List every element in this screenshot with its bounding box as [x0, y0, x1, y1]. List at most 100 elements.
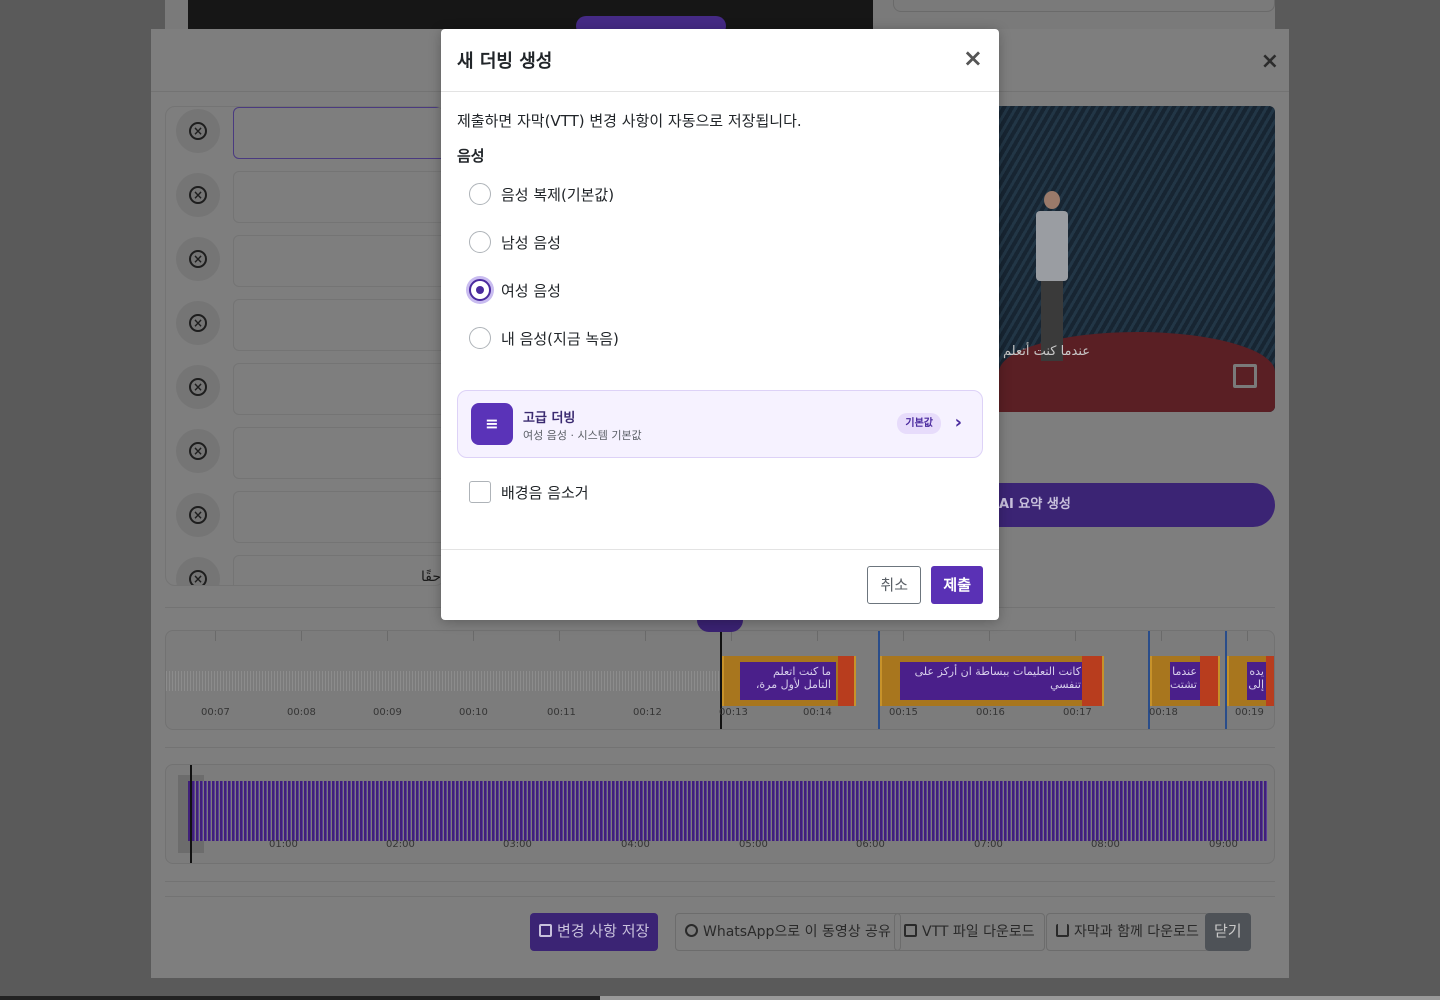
voice-radio[interactable] — [469, 327, 491, 349]
save-icon — [539, 924, 552, 937]
remove-segment-button[interactable]: × — [176, 237, 220, 281]
fullscreen-icon[interactable] — [1233, 364, 1257, 388]
overview-label: 06:00 — [856, 839, 885, 850]
save-changes-label: 변경 사항 저장 — [557, 922, 650, 940]
cancel-button[interactable]: 취소 — [867, 566, 921, 604]
timeline-label: 00:17 — [1063, 707, 1092, 718]
segment-text-input[interactable] — [233, 555, 444, 585]
segment-text-input[interactable] — [233, 363, 444, 415]
timeline-tick — [1075, 631, 1076, 641]
overview-label: 08:00 — [1091, 839, 1120, 850]
voice-radio-selected[interactable] — [469, 279, 491, 301]
video-preview[interactable]: عندما كنت أتعلم — [999, 106, 1275, 412]
remove-icon: × — [189, 378, 207, 396]
page-bottom-bar — [600, 996, 1440, 1000]
timeline-label: 00:16 — [976, 707, 1005, 718]
subtitle-region-text: كانت التعليمات ببساطة ان أركز على تنفسي — [900, 662, 1086, 700]
timeline-label: 00:19 — [1235, 707, 1264, 718]
background-panel — [893, 0, 1275, 12]
section-divider — [165, 896, 1275, 897]
remove-segment-button[interactable]: × — [176, 173, 220, 217]
region-end-handle[interactable] — [1266, 656, 1274, 706]
remove-icon: × — [189, 314, 207, 332]
timeline-label: 00:13 — [719, 707, 748, 718]
voice-option-clone[interactable]: 음성 복제(기본값) — [469, 182, 614, 206]
mute-bgm-option[interactable]: 배경음 음소거 — [469, 480, 589, 504]
remove-icon: × — [189, 506, 207, 524]
segment-text-input[interactable] — [233, 235, 444, 287]
timeline-label: 00:12 — [633, 707, 662, 718]
subtitle-region[interactable]: ما كنت اتعلم التامل لأول مرة، — [722, 656, 856, 706]
vtt-download-button[interactable]: VTT 파일 다운로드 — [894, 913, 1045, 951]
voice-option-label: 남성 음성 — [501, 233, 561, 252]
remove-segment-button[interactable]: × — [176, 493, 220, 537]
overview-wave — [188, 781, 1268, 841]
editor-footer: 변경 사항 저장 WhatsApp으로 이 동영상 공유 VTT 파일 다운로드… — [165, 913, 1275, 973]
timeline-tick — [817, 631, 818, 641]
subtitle-timeline[interactable]: ما كنت اتعلم التامل لأول مرة، كانت التعل… — [165, 630, 1275, 730]
remove-icon: × — [189, 570, 207, 585]
segment-text-input[interactable] — [233, 299, 444, 351]
submit-button[interactable]: 제출 — [931, 566, 983, 604]
remove-segment-button[interactable]: × — [176, 557, 220, 585]
region-end-handle[interactable] — [1200, 656, 1218, 706]
timeline-tick — [387, 631, 388, 641]
download-icon — [1056, 924, 1069, 937]
overview-playhead[interactable] — [190, 765, 192, 863]
close-button[interactable]: 닫기 — [1205, 913, 1251, 951]
voice-option-label: 여성 음성 — [501, 281, 561, 300]
menu-icon: ≡ — [471, 403, 513, 445]
segment-text-input[interactable] — [233, 107, 444, 159]
timeline-label: 00:11 — [547, 707, 576, 718]
region-end-handle[interactable] — [838, 656, 854, 706]
segment-list[interactable]: × × × × × × × × — [165, 106, 445, 586]
subtitle-region[interactable]: يده إلى — [1227, 656, 1274, 706]
advanced-dubbing-title: 고급 더빙 — [523, 411, 576, 426]
overview-label: 04:00 — [621, 839, 650, 850]
overview-label: 03:00 — [503, 839, 532, 850]
timeline-tick — [903, 631, 904, 641]
segment-text-input[interactable] — [233, 491, 444, 543]
voice-option-record[interactable]: 내 음성(지금 녹음) — [469, 326, 619, 350]
editor-close-button[interactable]: × — [1261, 49, 1279, 74]
ai-summary-button[interactable]: AI 요약 생성 — [989, 483, 1275, 527]
timeline-tick — [1247, 631, 1248, 641]
overview-waveform[interactable]: 01:00 02:00 03:00 04:00 05:00 06:00 07:0… — [165, 764, 1275, 864]
dialog-title: 새 더빙 생성 — [457, 51, 553, 72]
advanced-dubbing-card[interactable]: ≡ 고급 더빙 여성 음성 · 시스템 기본값 기본값 › — [457, 390, 983, 458]
remove-segment-button[interactable]: × — [176, 109, 220, 153]
overview-label: 01:00 — [269, 839, 298, 850]
remove-icon: × — [189, 442, 207, 460]
subtitle-region-text: عندما تشتت — [1170, 662, 1202, 700]
subtitle-region[interactable]: كانت التعليمات ببساطة ان أركز على تنفسي — [880, 656, 1104, 706]
segment-text-input[interactable] — [233, 171, 444, 223]
voice-radio[interactable] — [469, 183, 491, 205]
remove-segment-button[interactable]: × — [176, 301, 220, 345]
save-changes-button[interactable]: 변경 사항 저장 — [530, 913, 659, 951]
whatsapp-share-label: WhatsApp으로 이 동영상 공유 — [703, 924, 891, 940]
remove-icon: × — [189, 250, 207, 268]
subtitle-region[interactable]: عندما تشتت — [1150, 656, 1220, 706]
dialog-close-button[interactable]: × — [963, 44, 983, 72]
file-icon — [904, 924, 917, 937]
timeline-waveform — [166, 671, 722, 691]
dialog-header: 새 더빙 생성 × — [441, 29, 999, 92]
segment-row: × — [166, 491, 444, 547]
voice-option-male[interactable]: 남성 음성 — [469, 230, 561, 254]
timeline-tick — [1161, 631, 1162, 641]
remove-segment-button[interactable]: × — [176, 429, 220, 473]
whatsapp-share-button[interactable]: WhatsApp으로 이 동영상 공유 — [675, 913, 901, 951]
overview-label: 02:00 — [386, 839, 415, 850]
segment-text-input[interactable] — [233, 427, 444, 479]
download-with-subtitles-button[interactable]: 자막과 함께 다운로드 — [1046, 913, 1209, 951]
voice-radio[interactable] — [469, 231, 491, 253]
voice-option-female[interactable]: 여성 음성 — [469, 278, 561, 302]
region-end-handle[interactable] — [1082, 656, 1102, 706]
remove-segment-button[interactable]: × — [176, 365, 220, 409]
mute-bgm-checkbox[interactable] — [469, 481, 491, 503]
background-video — [188, 0, 873, 36]
autosave-note: 제출하면 자막(VTT) 변경 사항이 자동으로 저장됩니다. — [457, 112, 802, 130]
timeline-tick — [645, 631, 646, 641]
timeline-scrubber[interactable] — [697, 620, 743, 632]
mute-bgm-label: 배경음 음소거 — [501, 483, 589, 502]
